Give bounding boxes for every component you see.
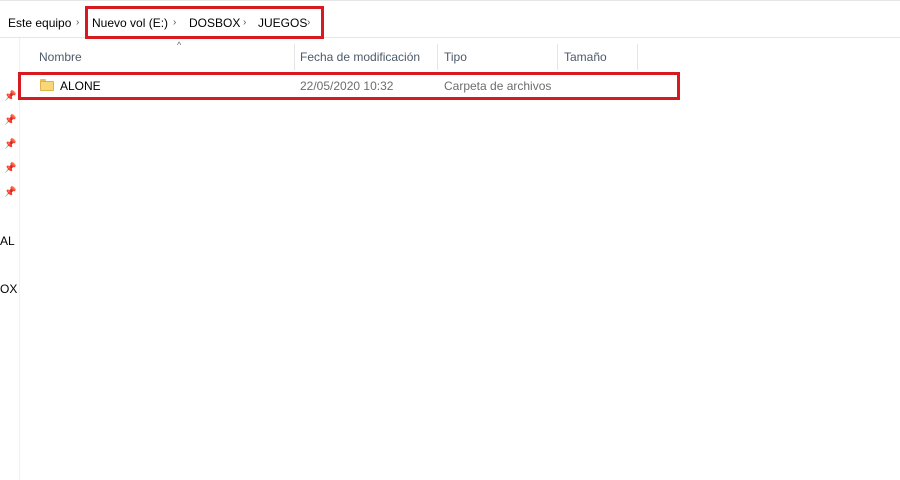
pin-icon: 📌 bbox=[4, 163, 17, 174]
nav-item-truncated[interactable]: AL bbox=[0, 234, 15, 248]
pin-icon: 📌 bbox=[4, 139, 17, 150]
folder-icon bbox=[40, 79, 54, 91]
breadcrumb-dosbox[interactable]: DOSBOX bbox=[189, 16, 240, 30]
column-header-date[interactable]: Fecha de modificación bbox=[293, 44, 437, 70]
file-name[interactable]: ALONE bbox=[60, 79, 101, 93]
pin-icon: 📌 bbox=[4, 91, 17, 102]
column-header-name[interactable]: Nombre bbox=[32, 44, 294, 70]
navigation-pane: 📌 📌 📌 📌 📌 AL OX bbox=[0, 38, 20, 480]
file-type: Carpeta de archivos bbox=[444, 79, 552, 93]
column-header-type[interactable]: Tipo bbox=[437, 44, 557, 70]
nav-item-truncated[interactable]: OX bbox=[0, 282, 17, 296]
pin-icon: 📌 bbox=[4, 187, 17, 198]
pin-icon: 📌 bbox=[4, 115, 17, 126]
breadcrumb-este-equipo[interactable]: Este equipo bbox=[8, 16, 71, 30]
chevron-right-icon[interactable]: › bbox=[76, 16, 79, 30]
file-date-modified: 22/05/2020 10:32 bbox=[300, 79, 394, 93]
file-row[interactable]: ALONE 22/05/2020 10:32 Carpeta de archiv… bbox=[20, 74, 680, 98]
chevron-right-icon[interactable]: › bbox=[307, 16, 310, 30]
address-bar[interactable]: Este equipo › Nuevo vol (E:) › DOSBOX › … bbox=[0, 8, 900, 38]
chevron-right-icon[interactable]: › bbox=[173, 16, 176, 30]
chevron-right-icon[interactable]: › bbox=[243, 16, 246, 30]
breadcrumb-nuevo-vol[interactable]: Nuevo vol (E:) bbox=[92, 16, 168, 30]
column-header-size[interactable]: Tamaño bbox=[557, 44, 637, 70]
breadcrumb-juegos[interactable]: JUEGOS bbox=[258, 16, 307, 30]
column-header-row: ^ Nombre Fecha de modificación Tipo Tama… bbox=[20, 40, 900, 70]
column-divider[interactable] bbox=[637, 44, 638, 70]
top-divider bbox=[0, 0, 900, 1]
